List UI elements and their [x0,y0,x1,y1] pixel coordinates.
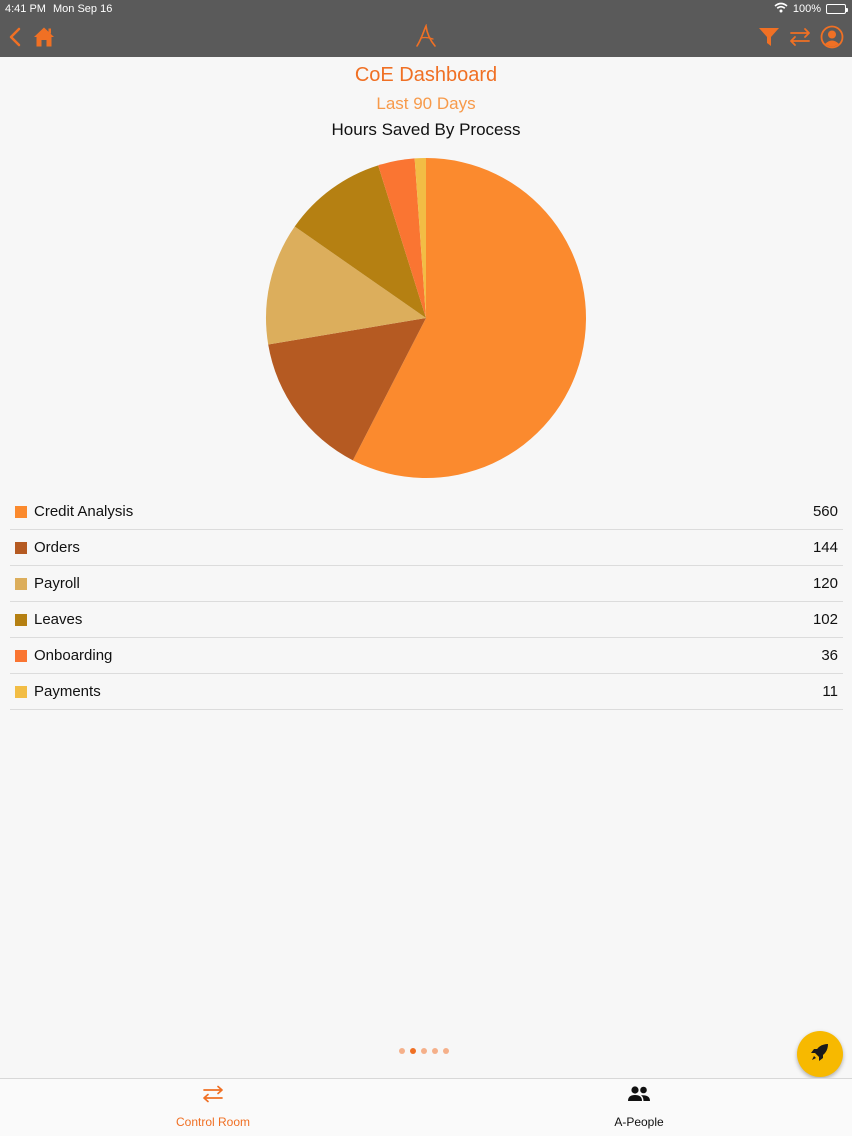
filter-icon[interactable] [758,26,780,48]
rocket-icon [810,1042,830,1067]
legend-swatch [15,685,27,698]
legend-value: 102 [812,611,838,628]
page-subtitle: Last 90 Days [376,94,476,113]
people-icon [627,1083,651,1105]
swap-arrows-icon [201,1083,225,1105]
legend-label: Payments [34,683,101,700]
legend-value: 144 [812,539,838,556]
tab-a-people[interactable]: A-People [426,1079,852,1136]
tab-bar: Control Room A-People [0,1078,852,1136]
legend-label: Onboarding [34,647,113,664]
page-title: CoE Dashboard [354,64,498,86]
legend-swatch [15,541,27,554]
legend-swatch [15,577,27,590]
page-dot[interactable] [399,1048,405,1054]
rocket-fab-button[interactable] [797,1031,843,1077]
page-dot[interactable] [443,1048,449,1054]
status-bar: 4:41 PM Mon Sep 16 100% [0,0,852,18]
legend: Credit Analysis 560 Orders 144 Payroll 1… [10,494,843,710]
tab-label: A-People [614,1115,664,1129]
legend-swatch [15,505,27,518]
tab-label: Control Room [175,1115,251,1129]
status-right: 100% [774,2,848,16]
app-logo-icon [414,24,438,48]
battery-percent: 100% [792,3,821,15]
legend-row-leaves[interactable]: Leaves 102 [10,602,843,638]
legend-swatch [15,649,27,662]
legend-row-payroll[interactable]: Payroll 120 [10,566,843,602]
page-dot-active[interactable] [410,1048,416,1054]
back-chevron-icon[interactable] [8,27,22,47]
tab-control-room[interactable]: Control Room [0,1079,426,1136]
legend-value: 36 [821,647,838,664]
profile-icon[interactable] [820,25,844,49]
wifi-icon [774,2,788,16]
pie-chart[interactable] [265,157,587,479]
swap-arrows-icon[interactable] [788,27,812,47]
legend-row-onboarding[interactable]: Onboarding 36 [10,638,843,674]
legend-label: Credit Analysis [34,503,134,520]
legend-row-credit-analysis[interactable]: Credit Analysis 560 [10,494,843,530]
legend-value: 11 [822,683,838,700]
legend-row-orders[interactable]: Orders 144 [10,530,843,566]
legend-label: Orders [34,539,80,556]
status-time: 4:41 PM [5,3,46,15]
chart-title: Hours Saved By Process [331,120,521,139]
nav-bar [0,18,852,57]
page-indicator[interactable] [399,1048,449,1054]
legend-label: Leaves [34,611,83,628]
legend-value: 120 [812,575,838,592]
page-dot[interactable] [421,1048,427,1054]
status-date: Mon Sep 16 [53,3,113,15]
legend-value: 560 [812,503,838,520]
legend-row-payments[interactable]: Payments 11 [10,674,843,710]
legend-label: Payroll [34,575,80,592]
page-dot[interactable] [432,1048,438,1054]
legend-swatch [15,613,27,626]
home-icon[interactable] [33,26,55,48]
battery-icon [826,4,848,14]
